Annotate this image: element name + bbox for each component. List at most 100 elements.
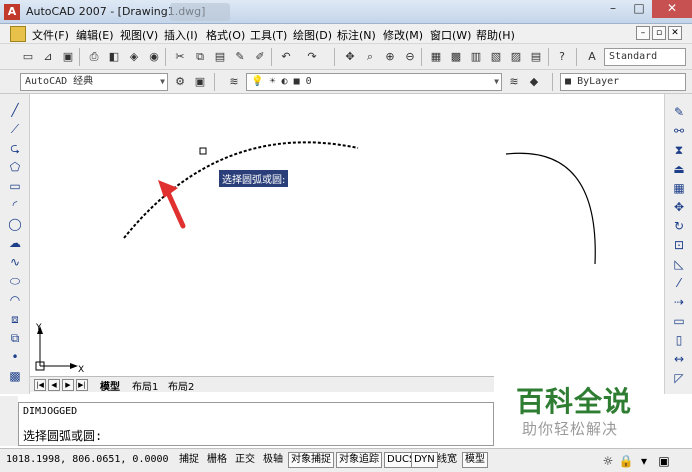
line-icon[interactable]: ╱: [7, 102, 23, 118]
chamfer-icon[interactable]: ◸: [671, 370, 687, 386]
save-icon[interactable]: ▣: [60, 49, 76, 65]
publish-icon[interactable]: ◈: [126, 49, 142, 65]
menu-dimension[interactable]: 标注(N): [337, 27, 376, 43]
minimize-button[interactable]: –: [600, 0, 626, 18]
tool-palettes-icon[interactable]: ▥: [468, 49, 484, 65]
ortho-toggle[interactable]: 正交: [232, 452, 258, 468]
lineweight-toggle[interactable]: 线宽: [434, 452, 460, 468]
close-button[interactable]: ✕: [652, 0, 692, 18]
menu-draw[interactable]: 绘图(D): [293, 27, 332, 43]
snap-toggle[interactable]: 捕捉: [176, 452, 202, 468]
hatch-icon[interactable]: ▩: [7, 368, 23, 384]
first-tab-icon[interactable]: |◀: [34, 379, 46, 391]
break-at-point-icon[interactable]: ▯: [671, 332, 687, 348]
properties-icon[interactable]: ▦: [428, 49, 444, 65]
otrack-toggle[interactable]: 对象追踪: [336, 452, 382, 468]
communication-center-icon[interactable]: ☼: [600, 453, 616, 469]
print-icon[interactable]: ⎙: [86, 49, 102, 65]
ellipse-arc-icon[interactable]: ◠: [7, 292, 23, 308]
coordinate-readout[interactable]: 1018.1998, 806.0651, 0.0000: [6, 454, 169, 465]
menu-view[interactable]: 视图(V): [120, 27, 158, 43]
circle-icon[interactable]: ◯: [7, 216, 23, 232]
color-control-select[interactable]: ■ ByLayer: [560, 73, 686, 91]
rotate-icon[interactable]: ↻: [671, 218, 687, 234]
revision-cloud-icon[interactable]: ☁: [7, 235, 23, 251]
drawing-canvas[interactable]: Y X: [30, 94, 664, 376]
mdi-minimize-button[interactable]: –: [636, 26, 650, 40]
cut-icon[interactable]: ✂: [172, 49, 188, 65]
workspace-save-icon[interactable]: ▣: [192, 74, 208, 90]
new-file-icon[interactable]: ▭: [20, 49, 36, 65]
insert-block-icon[interactable]: ⧈: [7, 311, 23, 327]
mdi-close-button[interactable]: ✕: [668, 26, 682, 40]
menu-format[interactable]: 格式(O): [206, 27, 245, 43]
selected-arc[interactable]: [123, 141, 359, 239]
array-icon[interactable]: ▦: [671, 180, 687, 196]
status-menu-chevron-icon[interactable]: ▾: [636, 453, 652, 469]
menu-file[interactable]: 文件(F): [32, 27, 69, 43]
design-center-icon[interactable]: ▩: [448, 49, 464, 65]
workspace-settings-icon[interactable]: ⚙: [172, 74, 188, 90]
spline-icon[interactable]: ∿: [7, 254, 23, 270]
rectangle-icon[interactable]: ▭: [7, 178, 23, 194]
undo-icon[interactable]: ↶: [278, 49, 294, 65]
etransmit-icon[interactable]: ◉: [146, 49, 162, 65]
workspace-select[interactable]: AutoCAD 经典 ▼: [20, 73, 168, 91]
menu-help[interactable]: 帮助(H): [476, 27, 515, 43]
erase-icon[interactable]: ✎: [671, 104, 687, 120]
menu-insert[interactable]: 插入(I): [164, 27, 198, 43]
offset-icon[interactable]: ⏏: [671, 161, 687, 177]
zoom-realtime-icon[interactable]: ⌕: [362, 49, 378, 65]
mdi-restore-button[interactable]: ▫: [652, 26, 666, 40]
block-editor-icon[interactable]: ✐: [252, 49, 268, 65]
mirror-icon[interactable]: ⧗: [671, 142, 687, 158]
plot-preview-icon[interactable]: ◧: [106, 49, 122, 65]
autocad-app-icon[interactable]: A: [4, 4, 20, 20]
copy-object-icon[interactable]: ⚯: [671, 123, 687, 139]
command-window[interactable]: DIMJOGGED 选择圆弧或圆:: [18, 402, 494, 446]
tab-layout2[interactable]: 布局2: [168, 378, 194, 393]
redo-icon[interactable]: ↷: [304, 49, 320, 65]
maximize-button[interactable]: □: [626, 0, 652, 18]
copy-icon[interactable]: ⧉: [192, 49, 208, 65]
pan-icon[interactable]: ✥: [342, 49, 358, 65]
make-block-icon[interactable]: ⧉: [7, 330, 23, 346]
markup-icon[interactable]: ▨: [508, 49, 524, 65]
ellipse-icon[interactable]: ⬭: [7, 273, 23, 289]
arc-icon[interactable]: ◜: [7, 197, 23, 213]
sheet-set-icon[interactable]: ▧: [488, 49, 504, 65]
break-icon[interactable]: ▭: [671, 313, 687, 329]
last-tab-icon[interactable]: ▶|: [76, 379, 88, 391]
text-style-select[interactable]: Standard: [604, 48, 686, 66]
menu-edit[interactable]: 编辑(E): [76, 27, 114, 43]
join-icon[interactable]: ↔: [671, 351, 687, 367]
polygon-icon[interactable]: ⬠: [7, 159, 23, 175]
prev-tab-icon[interactable]: ◀: [48, 379, 60, 391]
tab-layout1[interactable]: 布局1: [132, 378, 158, 393]
arc[interactable]: [505, 152, 596, 265]
zoom-previous-icon[interactable]: ⊖: [402, 49, 418, 65]
open-file-icon[interactable]: ⊿: [40, 49, 56, 65]
command-prompt[interactable]: 选择圆弧或圆:: [23, 427, 102, 444]
construction-line-icon[interactable]: ⟋: [7, 121, 23, 137]
point-icon[interactable]: •: [7, 349, 23, 365]
layer-select[interactable]: 💡 ☀ ◐ ■ 0 ▼: [246, 73, 502, 91]
paste-icon[interactable]: ▤: [212, 49, 228, 65]
help-icon[interactable]: ?: [554, 49, 570, 65]
toolbar-lock-icon[interactable]: 🔒: [618, 453, 634, 469]
text-style-icon[interactable]: A: [584, 49, 600, 65]
make-current-layer-icon[interactable]: ≋: [506, 74, 522, 90]
next-tab-icon[interactable]: ▶: [62, 379, 74, 391]
calculator-icon[interactable]: ▤: [528, 49, 544, 65]
layer-manager-icon[interactable]: ≋: [226, 74, 242, 90]
polar-toggle[interactable]: 极轴: [260, 452, 286, 468]
menu-modify[interactable]: 修改(M): [383, 27, 423, 43]
menu-tools[interactable]: 工具(T): [250, 27, 287, 43]
trim-icon[interactable]: ⁄: [671, 275, 687, 291]
osnap-toggle[interactable]: 对象捕捉: [288, 452, 334, 468]
document-icon[interactable]: [10, 26, 26, 42]
stretch-icon[interactable]: ◺: [671, 256, 687, 272]
command-window-grip[interactable]: [0, 396, 18, 446]
move-icon[interactable]: ✥: [671, 199, 687, 215]
clean-screen-icon[interactable]: ▣: [656, 453, 672, 469]
